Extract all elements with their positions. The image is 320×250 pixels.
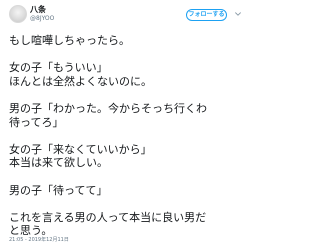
avatar[interactable]	[9, 5, 27, 23]
chevron-down-icon[interactable]	[235, 11, 241, 17]
tweet-text: もし喧嘩しちゃったら。 女の子「もういい」 ほんとは全然よくないのに。男の子「わかっ…	[9, 34, 245, 238]
display-name[interactable]: 八条	[30, 5, 46, 15]
tweet-line: これを言える男の人って本当に良い男だ	[9, 210, 207, 224]
tweet-line: 男の子「待ってて」	[9, 183, 108, 197]
tweet-line: ほんとは全然よくないのに。	[9, 74, 152, 88]
tweet-line: と思う。	[9, 224, 53, 238]
tweet-line: 待ってろ」	[9, 115, 64, 129]
user-handle[interactable]: @8JYOO	[30, 15, 54, 23]
tweet-line: 男の子「わかった。今からそっち行くわ	[9, 101, 207, 115]
tweet-timestamp[interactable]: 21:05 - 2019年12月11日	[9, 237, 69, 244]
tweet-line: 女の子「もういい」	[9, 61, 108, 75]
follow-button[interactable]: フォローする	[186, 9, 227, 21]
tweet-header: 八条 @8JYOO フォローする	[0, 0, 250, 28]
tweet-line: 本当は来て欲しい。	[9, 156, 108, 170]
tweet-line: もし喧嘩しちゃったら。	[9, 34, 130, 47]
tweet-line: 女の子「来なくていいから」	[9, 142, 152, 156]
